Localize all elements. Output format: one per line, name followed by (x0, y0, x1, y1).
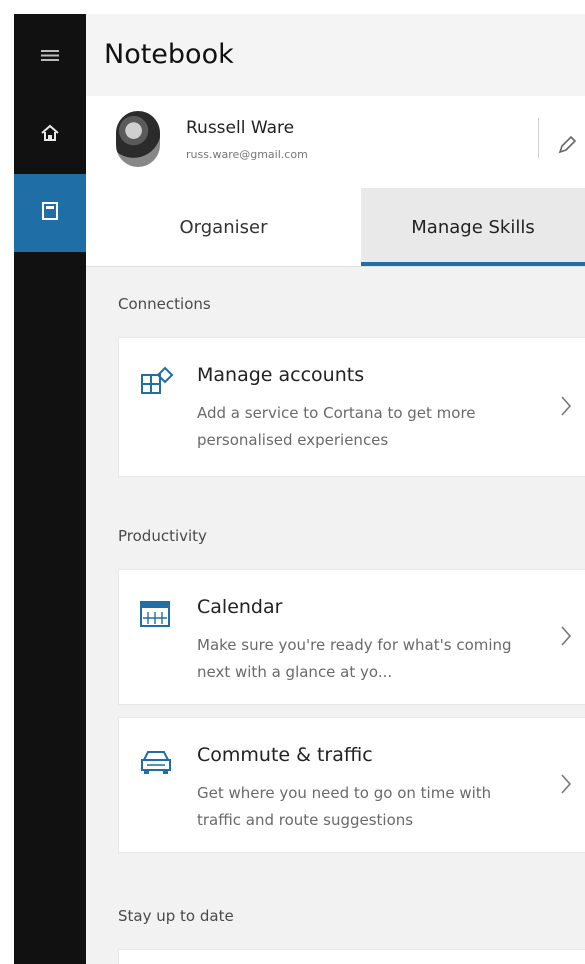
tab-manage-skills-label: Manage Skills (411, 216, 535, 238)
nav-rail (14, 14, 86, 964)
main-panel: Notebook Russell Ware russ.ware@gmail.co… (86, 14, 585, 964)
profile-header[interactable]: Russell Ware russ.ware@gmail.com (86, 96, 585, 188)
notebook-icon (39, 200, 61, 226)
card-manage-accounts[interactable]: Manage accounts Add a service to Cortana… (118, 337, 585, 477)
card-title: Calendar (197, 596, 283, 618)
card-description: Add a service to Cortana to get more per… (197, 404, 476, 449)
card-commute-traffic[interactable]: Commute & traffic Get where you need to … (118, 717, 585, 853)
tab-bar: Organiser Manage Skills (86, 188, 585, 266)
left-gap (0, 14, 14, 964)
car-icon (139, 746, 173, 782)
card-description: Get where you need to go on time with tr… (197, 784, 492, 829)
notebook-button[interactable] (14, 174, 86, 252)
profile-name: Russell Ware (186, 118, 295, 138)
chevron-right-icon (559, 772, 573, 800)
section-header-stay-up-to-date: Stay up to date (118, 907, 234, 925)
card-description: Make sure you're ready for what's coming… (197, 636, 512, 681)
chevron-right-icon (559, 394, 573, 422)
section-header-connections: Connections (118, 295, 211, 313)
title-bar: Notebook (86, 14, 585, 96)
tab-manage-skills[interactable]: Manage Skills (361, 188, 585, 266)
card-title: Manage accounts (197, 364, 365, 386)
tab-organiser[interactable]: Organiser (86, 188, 361, 266)
section-header-productivity: Productivity (118, 527, 207, 545)
edit-pencil-icon[interactable] (556, 134, 578, 160)
home-icon (39, 122, 61, 148)
hamburger-menu-icon (39, 46, 61, 68)
card-partial[interactable] (118, 949, 585, 964)
manage-accounts-icon (139, 366, 175, 402)
tab-organiser-label: Organiser (179, 216, 268, 238)
profile-divider (538, 118, 539, 158)
calendar-icon (139, 598, 173, 634)
menu-button[interactable] (14, 18, 86, 96)
profile-email: russ.ware@gmail.com (186, 148, 308, 161)
page-title: Notebook (104, 39, 234, 70)
skills-list[interactable]: Connections Manage accounts Add a servic… (86, 266, 585, 964)
card-title: Commute & traffic (197, 744, 373, 766)
home-button[interactable] (14, 96, 86, 174)
card-calendar[interactable]: Calendar Make sure you're ready for what… (118, 569, 585, 705)
avatar (116, 111, 160, 167)
chevron-right-icon (559, 624, 573, 652)
